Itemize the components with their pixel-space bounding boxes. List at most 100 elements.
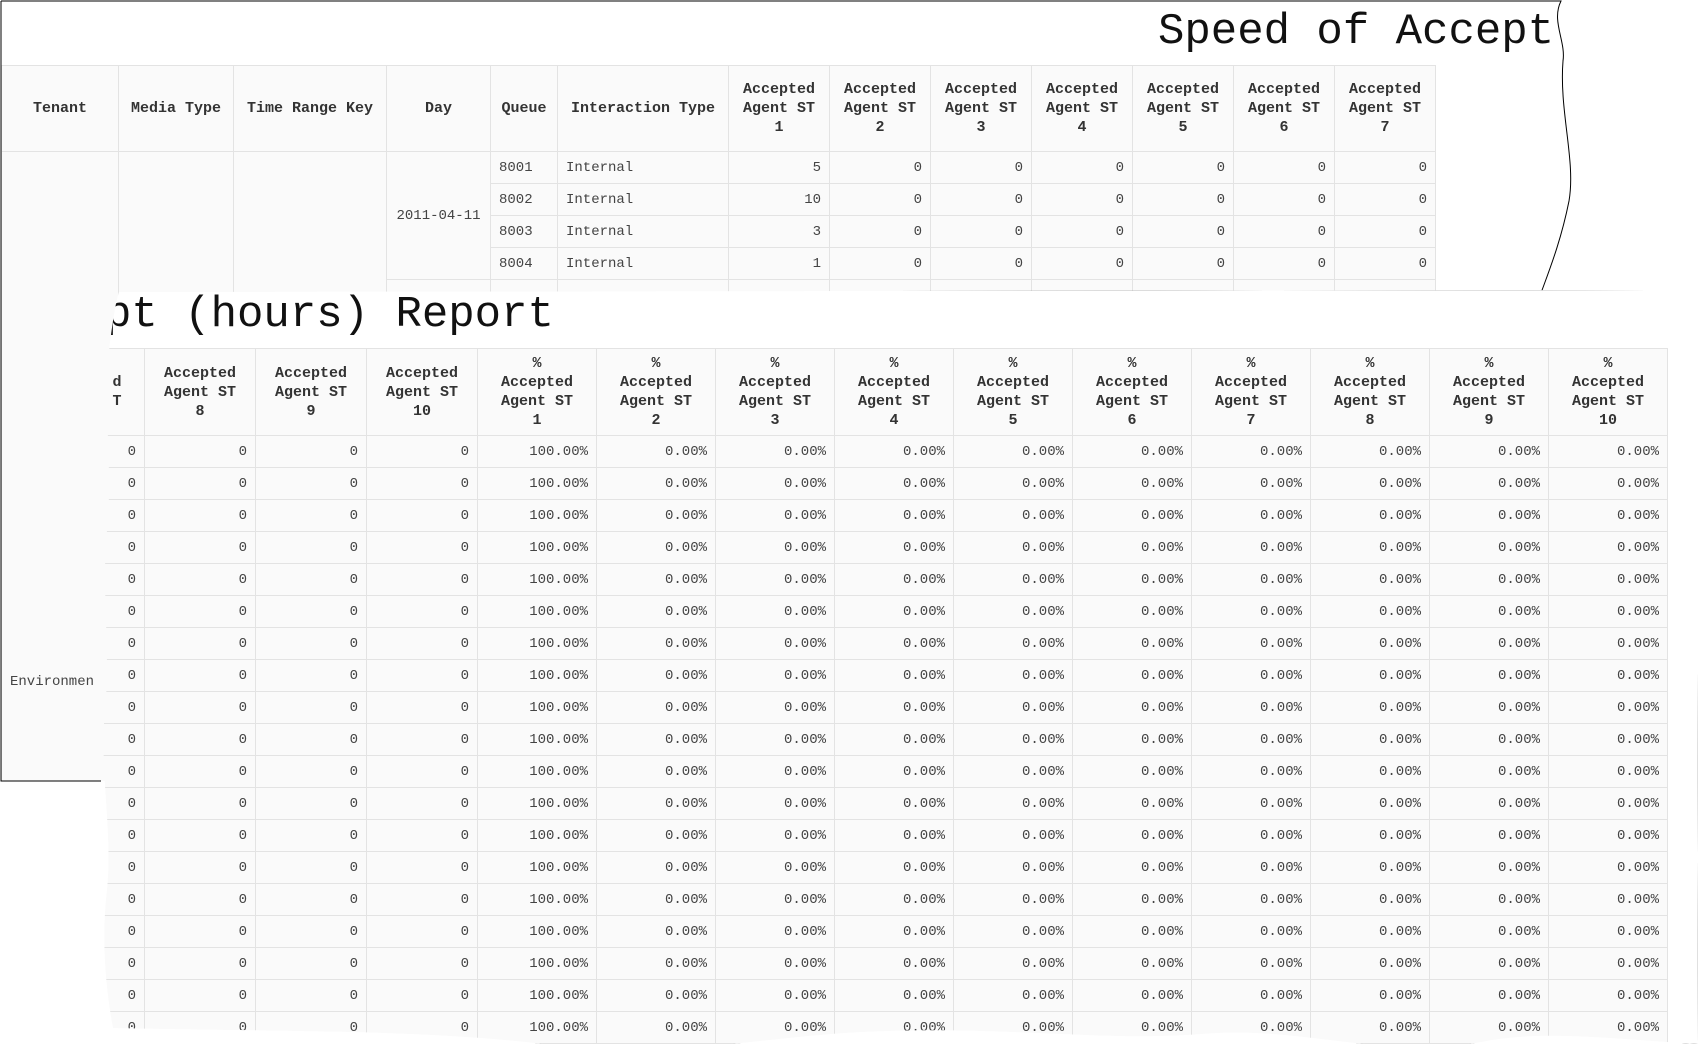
value-cell: 0.00%: [716, 852, 835, 884]
value-cell: 0.00%: [835, 468, 954, 500]
column-header-text: Accepted: [1045, 81, 1118, 98]
column-header-text: Agent ST: [385, 383, 458, 401]
value-cell: 0.00%: [835, 500, 954, 532]
column-header-text: 1: [774, 119, 784, 136]
front-report-table: d T Accepted Agent ST 8 Accepted Agent ST 9 Acce…: [101, 348, 1668, 1044]
value-cell: 0.00%: [1430, 1012, 1549, 1044]
value-cell: 0.00%: [1430, 596, 1549, 628]
value-cell: 0: [1234, 184, 1335, 216]
value-cell: 0: [1335, 152, 1436, 184]
column-header: % Accepted Agent ST 5: [954, 349, 1073, 436]
value-cell: 0.00%: [1073, 948, 1192, 980]
interaction-type-cell: Internal: [558, 248, 729, 280]
column-header-text: 5: [1178, 119, 1188, 136]
value-cell: 0: [101, 628, 145, 660]
value-cell: 0.00%: [835, 788, 954, 820]
column-header-text: 6: [1279, 119, 1289, 136]
column-header-text: %: [651, 355, 661, 372]
table-row: 0 0 0 0 100.00% 0.00% 0.00% 0.00% 0.00% 0.00% 0.00…: [101, 692, 1668, 724]
value-cell: 0: [256, 788, 367, 820]
value-cell: 0.00%: [1311, 500, 1430, 532]
column-header-text: 4: [1077, 119, 1087, 136]
column-header-text: Accepted: [274, 364, 347, 382]
value-cell: 0.00%: [597, 596, 716, 628]
value-cell: 0: [145, 468, 256, 500]
column-header-text: Accepted: [500, 374, 573, 391]
value-cell: 0.00%: [1311, 1012, 1430, 1044]
value-cell: 100.00%: [478, 724, 597, 756]
value-cell: 100.00%: [478, 980, 597, 1012]
value-cell: 0: [145, 596, 256, 628]
value-cell: 0.00%: [1311, 724, 1430, 756]
column-header-text: 4: [889, 412, 899, 429]
column-header-text: Accepted: [1146, 81, 1219, 98]
value-cell: 0.00%: [1430, 884, 1549, 916]
value-cell: 0.00%: [954, 852, 1073, 884]
column-header: % Accepted Agent ST 10: [1549, 349, 1668, 436]
value-cell: 0.00%: [954, 628, 1073, 660]
column-header-text: Accepted: [944, 81, 1017, 98]
value-cell: 0: [256, 884, 367, 916]
value-cell: 0.00%: [1549, 916, 1668, 948]
value-cell: 0: [367, 564, 478, 596]
value-cell: 0.00%: [1430, 852, 1549, 884]
value-cell: 0: [1335, 248, 1436, 280]
column-header: Queue: [491, 66, 558, 152]
column-header-text: 9: [306, 402, 316, 420]
value-cell: 0.00%: [1549, 596, 1668, 628]
column-header-text: Accepted: [843, 81, 916, 98]
value-cell: 0.00%: [954, 948, 1073, 980]
value-cell: 0.00%: [954, 820, 1073, 852]
column-header: Accepted Agent ST 6: [1234, 66, 1335, 152]
column-header-text: Time Range Key: [246, 100, 374, 117]
value-cell: 0.00%: [1311, 788, 1430, 820]
column-header: Accepted Agent ST 10: [367, 349, 478, 436]
column-header: Accepted Agent ST 1: [729, 66, 830, 152]
value-cell: 0.00%: [1192, 884, 1311, 916]
table-row: 0 0 0 0 100.00% 0.00% 0.00% 0.00% 0.00% 0.00% 0.00…: [101, 980, 1668, 1012]
day-cell: 2011-04-11: [387, 152, 491, 280]
value-cell: 0: [367, 468, 478, 500]
column-header-text: Agent ST: [1571, 393, 1644, 410]
value-cell: 0: [367, 884, 478, 916]
value-cell: 0: [256, 724, 367, 756]
value-cell: 0: [256, 532, 367, 564]
value-cell: 0: [145, 660, 256, 692]
column-header: Time Range Key: [234, 66, 387, 152]
column-header-text: 2: [651, 412, 661, 429]
column-header-text: %: [1603, 355, 1613, 372]
value-cell: 0.00%: [1549, 884, 1668, 916]
value-cell: 1: [729, 248, 830, 280]
column-header-text: 8: [1365, 412, 1375, 429]
value-cell: 0: [145, 564, 256, 596]
value-cell: 0.00%: [1073, 852, 1192, 884]
value-cell: 0: [931, 152, 1032, 184]
value-cell: 100.00%: [478, 660, 597, 692]
value-cell: 0: [1133, 184, 1234, 216]
table-row: 0 0 0 0 100.00% 0.00% 0.00% 0.00% 0.00% 0.00% 0.00…: [101, 820, 1668, 852]
value-cell: 0.00%: [1430, 980, 1549, 1012]
value-cell: 0.00%: [835, 980, 954, 1012]
value-cell: 0.00%: [716, 724, 835, 756]
table-row: 0 0 0 0 100.00% 0.00% 0.00% 0.00% 0.00% 0.00% 0.00…: [101, 660, 1668, 692]
value-cell: 0.00%: [1311, 596, 1430, 628]
value-cell: 0.00%: [716, 980, 835, 1012]
value-cell: 0.00%: [1430, 724, 1549, 756]
value-cell: 0.00%: [597, 980, 716, 1012]
value-cell: 0: [256, 596, 367, 628]
value-cell: 0.00%: [835, 884, 954, 916]
value-cell: 0: [145, 756, 256, 788]
column-header-text: Accepted: [1571, 374, 1644, 391]
value-cell: 0: [101, 596, 145, 628]
value-cell: 0.00%: [835, 948, 954, 980]
value-cell: 0.00%: [1549, 436, 1668, 468]
value-cell: 0.00%: [954, 724, 1073, 756]
value-cell: 100.00%: [478, 468, 597, 500]
column-header: Accepted Agent ST 7: [1335, 66, 1436, 152]
value-cell: 0: [367, 692, 478, 724]
value-cell: 0: [367, 948, 478, 980]
value-cell: 0.00%: [597, 532, 716, 564]
value-cell: 0.00%: [1549, 564, 1668, 596]
column-header-text: %: [770, 355, 780, 372]
queue-cell: 8002: [491, 184, 558, 216]
